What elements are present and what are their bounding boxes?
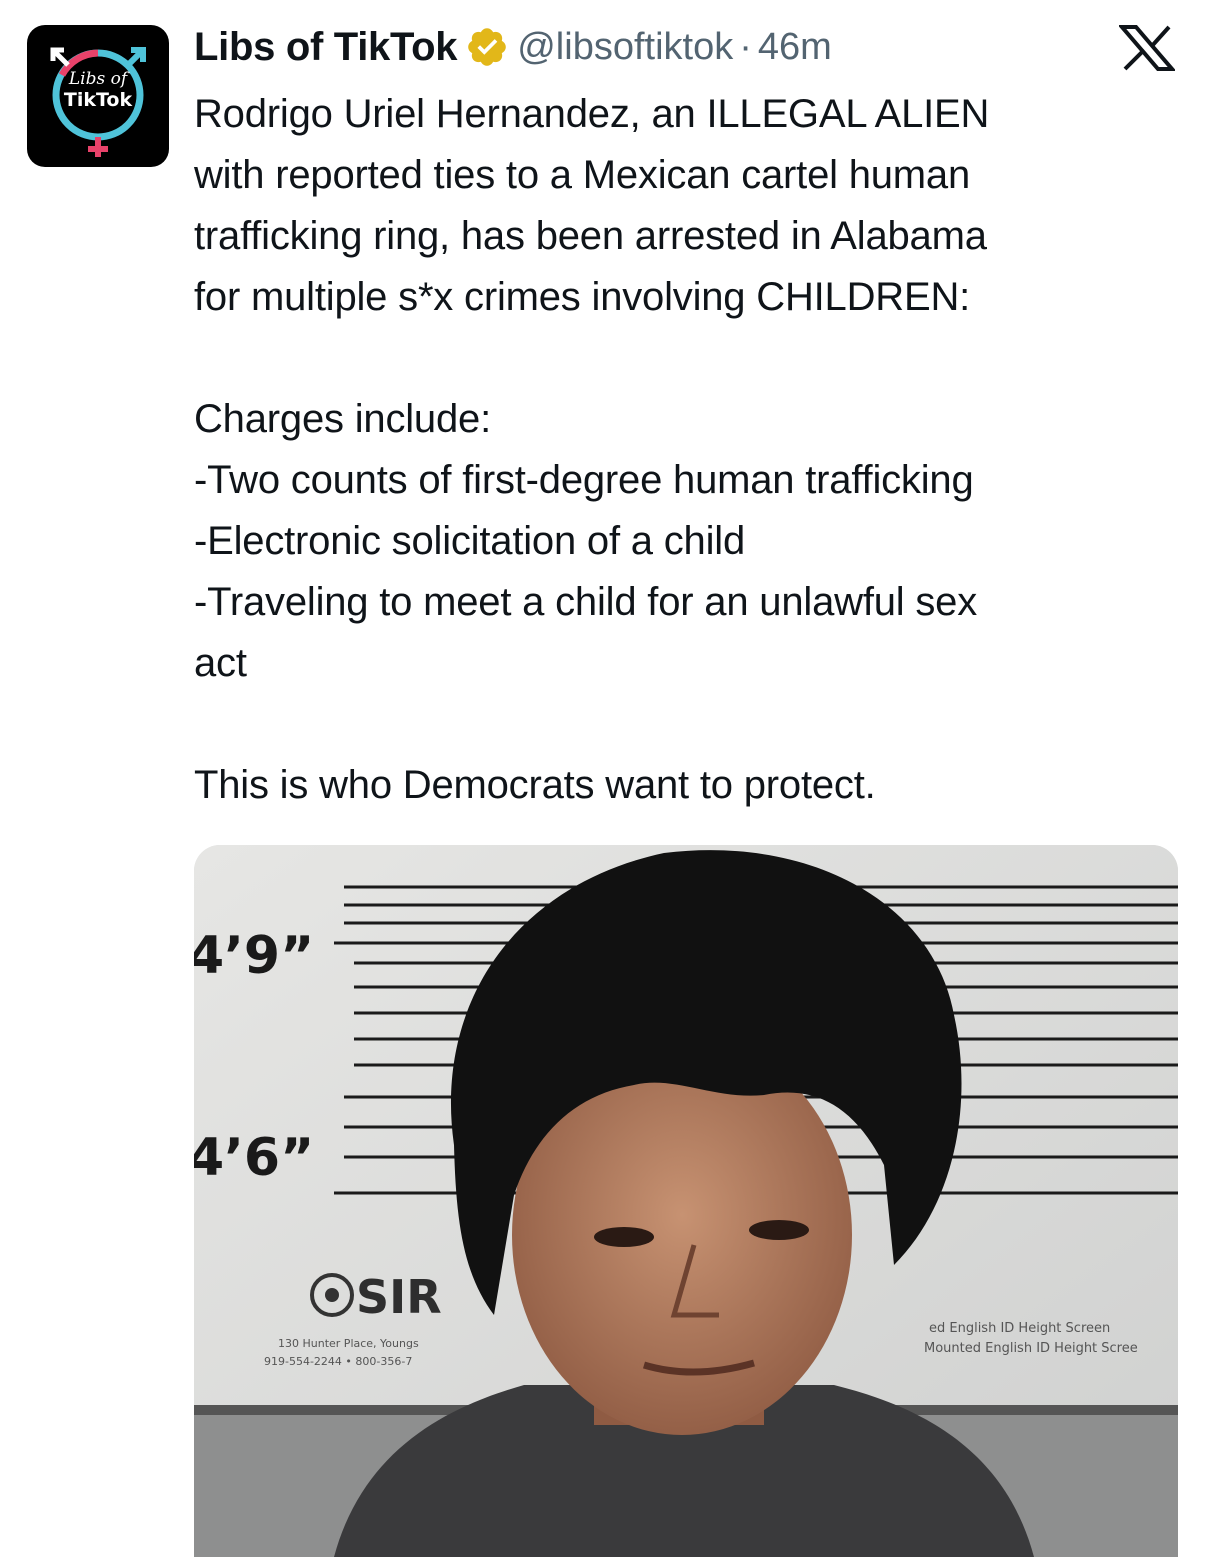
charge-item: -Traveling to meet a child for an unlawf…	[194, 580, 978, 624]
x-logo-icon	[1117, 25, 1177, 71]
charge-item: act	[194, 641, 247, 685]
separator-dot: ·	[739, 25, 752, 68]
charges-heading: Charges include:	[194, 397, 491, 441]
charge-item: -Electronic solicitation of a child	[194, 519, 746, 563]
right-caption-2: Mounted English ID Height Scree	[924, 1341, 1138, 1356]
timestamp[interactable]: 46m	[758, 26, 832, 69]
text-line: for multiple s*x crimes involving CHILDR…	[194, 275, 971, 319]
verified-badge-icon[interactable]	[465, 25, 509, 69]
text-line: Rodrigo Uriel Hernandez, an ILLEGAL ALIE…	[194, 92, 990, 136]
sign-phone: 919-554-2244 • 800-356-7	[264, 1355, 412, 1368]
mugshot-illustration: 4’9” 4’6” SIR 130 Hunter Place, Youngs 9…	[194, 845, 1178, 1557]
tweet-header: Libs of TikTok @libsoftiktok · 46m	[194, 20, 832, 74]
height-mark-4-6: 4’6”	[194, 1128, 314, 1188]
text-line: with reported ties to a Mexican cartel h…	[194, 153, 971, 197]
height-mark-4-9: 4’9”	[194, 926, 314, 986]
sign-address: 130 Hunter Place, Youngs	[278, 1337, 419, 1350]
sign-text: SIR	[356, 1270, 442, 1324]
author-handle[interactable]: @libsoftiktok	[517, 26, 733, 69]
closing-line: This is who Democrats want to protect.	[194, 763, 876, 807]
avatar-text-top: Libs of	[68, 69, 128, 89]
display-name[interactable]: Libs of TikTok	[194, 25, 458, 70]
avatar[interactable]: Libs of TikTok	[27, 25, 169, 167]
tweet-media-image[interactable]: 4’9” 4’6” SIR 130 Hunter Place, Youngs 9…	[194, 845, 1178, 1557]
tweet-text: Rodrigo Uriel Hernandez, an ILLEGAL ALIE…	[194, 84, 1184, 816]
avatar-text-bottom: TikTok	[63, 89, 133, 111]
charge-item: -Two counts of first-degree human traffi…	[194, 458, 974, 502]
text-line: trafficking ring, has been arrested in A…	[194, 214, 987, 258]
right-caption-1: ed English ID Height Screen	[929, 1321, 1110, 1336]
